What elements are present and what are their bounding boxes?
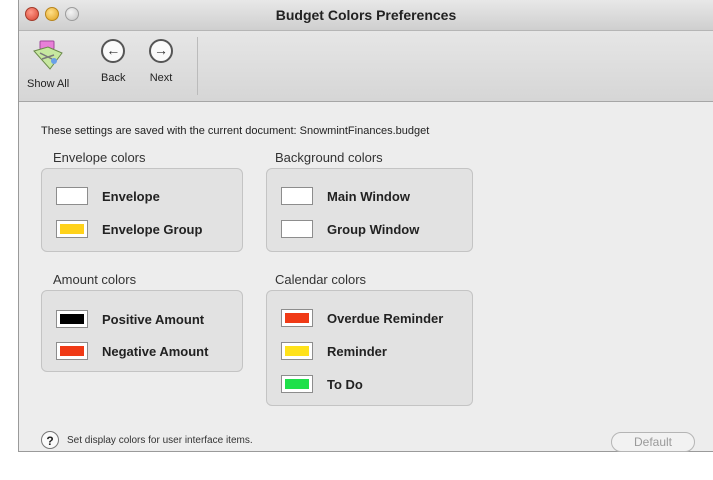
overdue-reminder-color-well[interactable] <box>281 309 313 327</box>
toolbar: Show All ← Back → Next <box>19 31 713 102</box>
main-window-color-row[interactable]: Main Window <box>281 185 410 207</box>
next-label: Next <box>149 72 173 84</box>
background-colors-title: Background colors <box>275 150 383 165</box>
next-button[interactable]: → Next <box>149 39 173 84</box>
next-arrow-icon: → <box>149 39 173 63</box>
show-all-button[interactable]: Show All <box>27 39 69 90</box>
negative-amount-color-row[interactable]: Negative Amount <box>56 340 208 362</box>
to-do-label: To Do <box>327 376 363 392</box>
show-all-label: Show All <box>27 78 70 90</box>
reminder-color-well[interactable] <box>281 342 313 360</box>
group-window-color-well[interactable] <box>281 220 313 238</box>
envelope-label: Envelope <box>102 188 160 204</box>
default-button[interactable]: Default <box>611 432 695 452</box>
settings-note: These settings are saved with the curren… <box>41 125 430 137</box>
envelope-colors-box: Envelope Envelope Group <box>41 168 243 252</box>
main-window-label: Main Window <box>327 188 410 204</box>
positive-amount-color-row[interactable]: Positive Amount <box>56 308 204 330</box>
to-do-color-row[interactable]: To Do <box>281 373 363 395</box>
window-title: Budget Colors Preferences <box>275 7 457 23</box>
to-do-color-well[interactable] <box>281 375 313 393</box>
envelope-group-color-well[interactable] <box>56 220 88 238</box>
back-button[interactable]: ← Back <box>101 39 125 84</box>
main-window-color-well[interactable] <box>281 187 313 205</box>
preferences-window: Budget Colors Preferences Show All ← Bac… <box>18 0 713 452</box>
negative-amount-label: Negative Amount <box>102 343 209 359</box>
background-colors-box: Main Window Group Window <box>266 168 473 252</box>
amount-colors-title: Amount colors <box>53 272 137 287</box>
overdue-reminder-label: Overdue Reminder <box>327 310 444 326</box>
back-label: Back <box>101 72 126 84</box>
positive-amount-label: Positive Amount <box>102 311 205 327</box>
negative-amount-color-well[interactable] <box>56 342 88 360</box>
calendar-colors-box: Overdue Reminder Reminder To Do <box>266 290 473 406</box>
toolbar-separator <box>197 37 198 95</box>
help-icon: ? <box>46 434 54 448</box>
help-text: Set display colors for user interface it… <box>67 435 253 446</box>
group-window-color-row[interactable]: Group Window <box>281 218 419 240</box>
help-button[interactable]: ? <box>41 431 59 449</box>
envelope-group-label: Envelope Group <box>102 221 203 237</box>
reminder-label: Reminder <box>327 343 387 359</box>
group-window-label: Group Window <box>327 221 420 237</box>
amount-colors-box: Positive Amount Negative Amount <box>41 290 243 372</box>
envelope-colors-title: Envelope colors <box>53 150 146 165</box>
envelope-group-color-row[interactable]: Envelope Group <box>56 218 202 240</box>
show-all-icon <box>33 40 63 70</box>
reminder-color-row[interactable]: Reminder <box>281 340 387 362</box>
calendar-colors-title: Calendar colors <box>275 272 367 287</box>
envelope-color-well[interactable] <box>56 187 88 205</box>
overdue-reminder-color-row[interactable]: Overdue Reminder <box>281 307 443 329</box>
positive-amount-color-well[interactable] <box>56 310 88 328</box>
title-bar: Budget Colors Preferences <box>19 0 713 31</box>
envelope-color-row[interactable]: Envelope <box>56 185 160 207</box>
back-arrow-icon: ← <box>101 39 126 63</box>
